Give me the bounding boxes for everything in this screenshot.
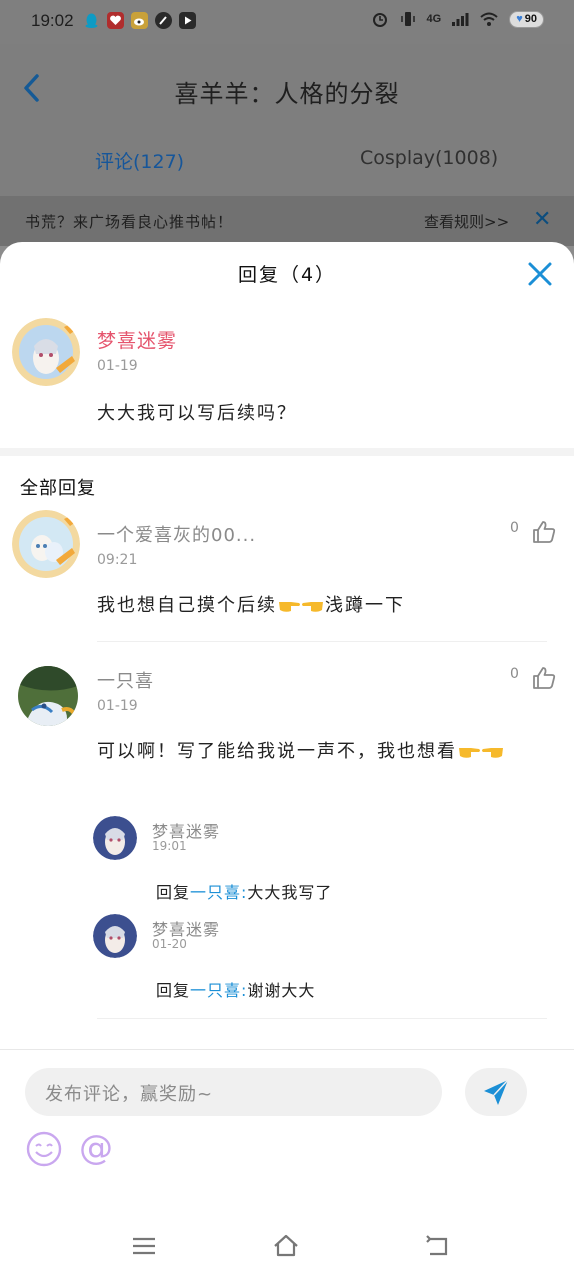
pointing-right-emoji-icon [459,748,480,758]
video-app-icon [179,12,196,29]
comment-text: 大大我可以写后续吗？ [97,403,297,424]
sub-reply-date: 01-20 [152,937,187,951]
comment-date: 01-19 [97,358,138,374]
view-rules-link[interactable]: 查看规则>> [424,211,509,232]
page-title: 喜羊羊：人格的分裂 [174,80,400,108]
game-app-icon [107,12,124,29]
avatar[interactable] [93,914,137,958]
promo-banner-text[interactable]: 书荒？来广场看良心推书帖！ [25,211,233,232]
menu-icon[interactable] [130,1232,158,1260]
reply-date: 09:21 [97,552,138,568]
battery-indicator: ♥ 90 [509,10,544,28]
system-nav-bar [0,1212,574,1280]
reply-text: 我也想自己摸个后续 浅蹲一下 [97,595,405,616]
like-count: 0 [510,520,519,536]
reply-text: 可以啊！写了能给我说一声不，我也想看 [97,734,547,769]
send-button[interactable] [465,1068,527,1116]
like-count: 0 [510,666,519,682]
comment-input[interactable]: 发布评论，赢奖励~ [25,1068,442,1116]
mention-icon[interactable]: @ [77,1130,115,1168]
browser-app-icon [155,12,172,29]
reply-author[interactable]: 一只喜 [97,667,154,693]
comment-author[interactable]: 梦喜迷雾 [97,326,177,353]
section-divider [0,448,574,456]
thumbs-up-icon[interactable] [531,665,557,691]
reply-author[interactable]: 一个爱喜灰的00... [97,521,256,547]
comment-input-placeholder: 发布评论，赢奖励~ [45,1084,214,1105]
status-indicators: 4G ♥ 90 [371,10,544,28]
close-icon[interactable] [524,258,556,290]
sub-reply-text: 回复一只喜:大大我写了 [156,883,333,902]
vibrate-icon [400,12,415,26]
reply-divider [97,1018,547,1019]
mention-link[interactable]: 一只喜: [190,883,247,902]
sheet-title: 回复（4） [237,264,337,286]
pointing-right-emoji-icon [279,602,300,612]
signal-icon [452,13,469,26]
wifi-icon [480,12,498,26]
reply-date: 01-19 [97,698,138,714]
banner-close-icon[interactable]: ✕ [533,207,551,232]
avatar[interactable] [12,318,80,386]
qq-icon [83,12,100,29]
all-replies-heading: 全部回复 [20,478,96,499]
status-time: 19:02 [31,11,74,30]
sub-reply-text: 回复一只喜:谢谢大大 [156,981,316,1000]
thumbs-up-icon[interactable] [531,519,557,545]
avatar[interactable] [12,510,80,578]
mention-link[interactable]: 一只喜: [190,981,247,1000]
svg-text:@: @ [79,1130,113,1168]
send-icon [484,1079,509,1105]
pointing-left-emoji-icon [302,602,323,612]
tab-cosplay[interactable]: Cosplay(1008) [360,147,498,169]
avatar[interactable] [93,816,137,860]
emoji-icon[interactable] [25,1130,63,1168]
avatar[interactable] [18,666,78,726]
alarm-icon [372,13,387,27]
pointing-left-emoji-icon [482,748,503,758]
weibo-icon [131,12,148,29]
status-bar: 19:02 4G ♥ 90 [0,0,574,44]
back-icon[interactable] [424,1232,452,1260]
reply-divider [97,641,547,642]
tab-comments[interactable]: 评论(127) [95,147,184,174]
comment-input-bar: 发布评论，赢奖励~ @ [0,1049,574,1212]
network-type: 4G [426,13,442,25]
sub-reply-date: 19:01 [152,839,187,853]
home-icon[interactable] [272,1232,300,1260]
